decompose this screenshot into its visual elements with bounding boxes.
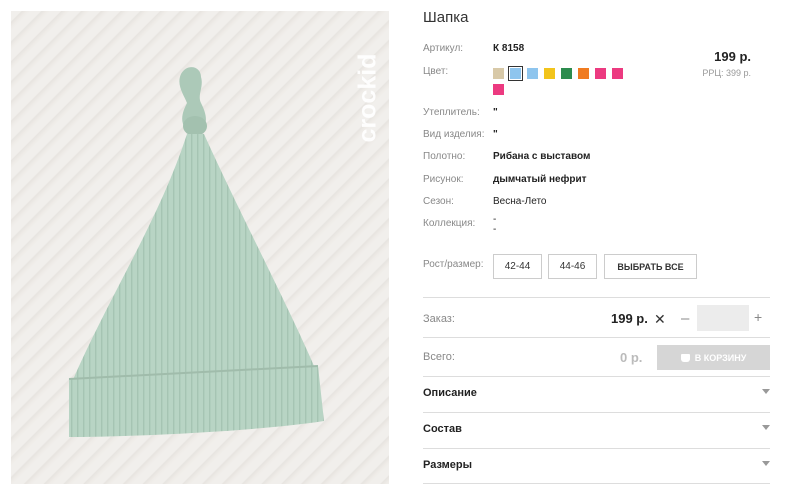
insulation-value: "	[493, 107, 498, 118]
order-label: Заказ:	[423, 313, 455, 325]
divider	[423, 448, 770, 449]
kind-label: Вид изделия:	[423, 129, 485, 140]
remove-icon[interactable]: ✕	[654, 311, 666, 328]
kind-value: "	[493, 129, 498, 140]
pattern-value: дымчатый нефрит	[493, 174, 587, 185]
decrease-quantity-button[interactable]: –	[681, 310, 689, 327]
chevron-down-icon	[762, 461, 770, 466]
chevron-down-icon	[762, 425, 770, 430]
order-price: 199 р.	[611, 311, 648, 326]
color-swatch-selected[interactable]	[508, 66, 523, 81]
color-swatch[interactable]	[527, 68, 538, 79]
quantity-input[interactable]	[697, 305, 749, 331]
bag-icon	[680, 353, 690, 362]
accordion-label: Описание	[423, 387, 477, 399]
add-to-cart-button[interactable]: В КОРЗИНУ	[657, 345, 770, 370]
product-title: Шапка	[423, 9, 469, 26]
color-swatch[interactable]	[493, 68, 504, 79]
insulation-label: Утеплитель:	[423, 107, 480, 118]
accordion-label: Размеры	[423, 459, 473, 471]
total-value: 0 р.	[620, 350, 643, 365]
article-value: К 8158	[493, 43, 525, 54]
divider	[423, 297, 770, 298]
accordion-sizes[interactable]: Размеры	[423, 457, 770, 477]
product-photo: crockid	[11, 11, 389, 484]
color-swatch[interactable]	[544, 68, 555, 79]
divider	[423, 412, 770, 413]
select-all-sizes-button[interactable]: ВЫБРАТЬ ВСЕ	[604, 254, 697, 279]
size-option-44-46[interactable]: 44-46	[548, 254, 597, 279]
pattern-label: Рисунок:	[423, 174, 464, 185]
season-value: Весна-Лето	[493, 196, 547, 207]
collection-value: -	[493, 224, 497, 235]
increase-quantity-button[interactable]: +	[754, 309, 762, 325]
product-price: 199 р.	[714, 49, 751, 64]
color-label: Цвет:	[423, 66, 449, 77]
collection-label: Коллекция:	[423, 218, 476, 229]
color-swatch[interactable]	[612, 68, 623, 79]
brand-logo: crockid	[346, 33, 389, 163]
hat-image	[68, 67, 324, 437]
divider	[423, 376, 770, 377]
size-label: Рост/размер:	[423, 259, 484, 270]
add-to-cart-label: В КОРЗИНУ	[694, 352, 747, 363]
accordion-composition[interactable]: Состав	[423, 421, 770, 441]
recommended-price: РРЦ: 399 р.	[702, 68, 751, 78]
divider	[423, 337, 770, 338]
color-swatch[interactable]	[595, 68, 606, 79]
accordion-label: Состав	[423, 423, 462, 435]
brand-logo-text: crockid	[353, 53, 382, 143]
accordion-description[interactable]: Описание	[423, 385, 770, 405]
color-swatch[interactable]	[578, 68, 589, 79]
fabric-value: Рибана с выставом	[493, 151, 591, 162]
article-label: Артикул:	[423, 43, 464, 54]
size-option-42-44[interactable]: 42-44	[493, 254, 542, 279]
season-label: Сезон:	[423, 196, 454, 207]
chevron-down-icon	[762, 389, 770, 394]
color-swatch[interactable]	[493, 84, 504, 95]
fabric-label: Полотно:	[423, 151, 466, 162]
color-swatch[interactable]	[561, 68, 572, 79]
total-label: Всего:	[423, 351, 455, 363]
